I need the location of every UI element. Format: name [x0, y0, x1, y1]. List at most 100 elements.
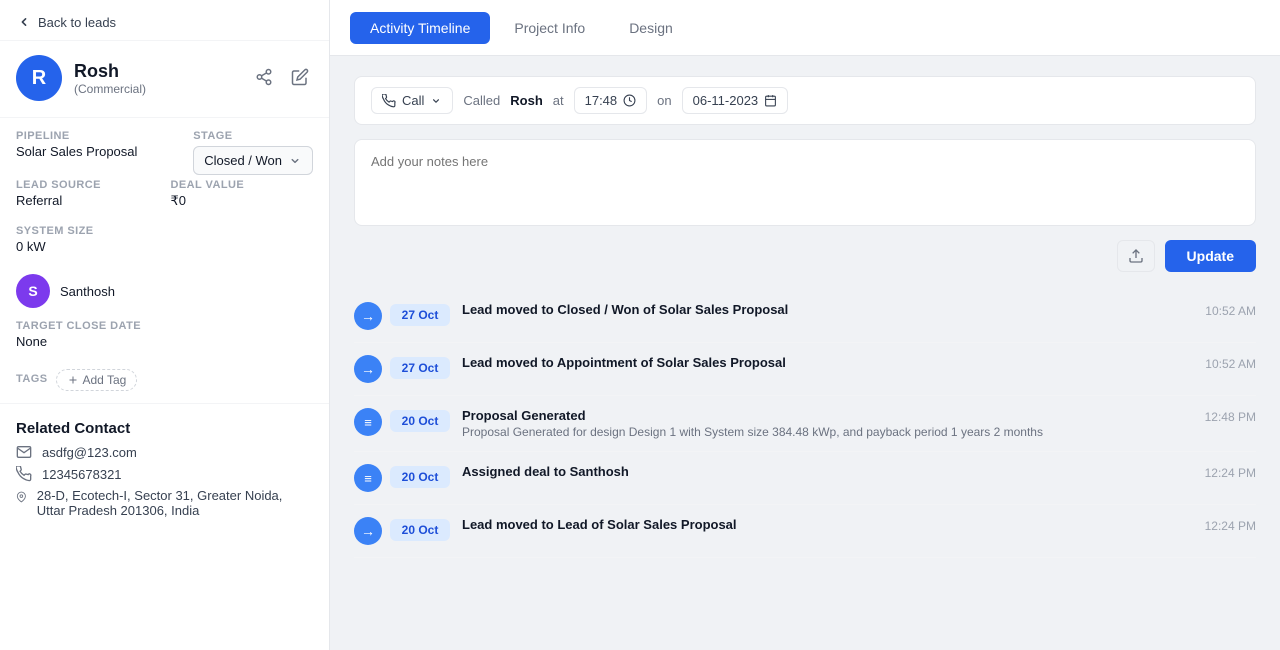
- export-button[interactable]: [1117, 240, 1155, 272]
- add-tag-label: Add Tag: [83, 373, 127, 387]
- timeline-content: Proposal Generated Proposal Generated fo…: [462, 408, 1193, 439]
- tags-label: Tags: [16, 373, 48, 385]
- pipeline-label: Pipeline: [16, 130, 137, 142]
- deal-value: ₹0: [171, 193, 314, 209]
- timeline-left: ≡ 20 Oct: [354, 464, 450, 492]
- back-to-leads-button[interactable]: Back to leads: [0, 0, 329, 41]
- calendar-icon: [764, 94, 777, 107]
- timeline-date: 20 Oct: [390, 519, 450, 541]
- update-row: Update: [354, 240, 1256, 272]
- system-size-label: System Size: [16, 225, 313, 237]
- location-icon: [16, 489, 27, 505]
- main-panel: Activity Timeline Project Info Design Ca…: [330, 0, 1280, 650]
- timeline-time: 10:52 AM: [1205, 355, 1256, 371]
- time-value: 17:48: [585, 93, 618, 108]
- pipeline-col: Pipeline Solar Sales Proposal: [16, 130, 137, 167]
- lead-source-label: Lead Source: [16, 179, 159, 191]
- timeline-left: → 27 Oct: [354, 355, 450, 383]
- system-size-value: 0 kW: [16, 239, 313, 254]
- target-close-value: None: [16, 334, 313, 349]
- timeline-time: 12:48 PM: [1205, 408, 1256, 424]
- notes-textarea[interactable]: [355, 140, 1255, 220]
- stage-select[interactable]: Closed / Won: [193, 146, 313, 175]
- timeline-left: → 27 Oct: [354, 302, 450, 330]
- timeline-content: Lead moved to Appointment of Solar Sales…: [462, 355, 1193, 370]
- phone-icon: [16, 466, 32, 482]
- back-label: Back to leads: [38, 15, 116, 30]
- stage-label: Stage: [193, 130, 313, 142]
- call-dropdown-icon: [430, 95, 442, 107]
- called-name: Rosh: [510, 93, 543, 108]
- timeline-left: ≡ 20 Oct: [354, 408, 450, 436]
- timeline-item: → 20 Oct Lead moved to Lead of Solar Sal…: [354, 505, 1256, 558]
- profile-row: R Rosh (Commercial): [0, 41, 329, 109]
- arrow-icon: →: [354, 302, 382, 330]
- timeline-time: 10:52 AM: [1205, 302, 1256, 318]
- time-input[interactable]: 17:48: [574, 87, 648, 114]
- related-contact-heading: Related Contact: [0, 412, 329, 441]
- phone-call-icon: [382, 94, 396, 108]
- timeline-item: → 27 Oct Lead moved to Closed / Won of S…: [354, 290, 1256, 343]
- assignee-row: S Santhosh: [0, 266, 329, 312]
- timeline-title: Assigned deal to Santhosh: [462, 464, 1193, 479]
- at-label: at: [553, 93, 564, 108]
- timeline-content: Lead moved to Lead of Solar Sales Propos…: [462, 517, 1193, 532]
- timeline-content: Assigned deal to Santhosh: [462, 464, 1193, 479]
- date-input[interactable]: 06-11-2023: [682, 87, 789, 114]
- add-tag-button[interactable]: Add Tag: [56, 369, 138, 391]
- sidebar: Back to leads R Rosh (Commercial) Pipeli…: [0, 0, 330, 650]
- tab-design[interactable]: Design: [609, 12, 693, 44]
- timeline-title: Lead moved to Closed / Won of Solar Sale…: [462, 302, 1193, 317]
- contact-phone-row: 12345678321: [0, 463, 329, 485]
- tags-row: Tags Add Tag: [0, 365, 329, 395]
- arrow-icon: →: [354, 517, 382, 545]
- avatar: R: [16, 55, 62, 101]
- assignee-avatar: S: [16, 274, 50, 308]
- contact-email: asdfg@123.com: [42, 445, 137, 460]
- target-close-section: Target Close Date None: [0, 312, 329, 365]
- call-bar: Call Called Rosh at 17:48 on 06-11-2023: [354, 76, 1256, 125]
- on-label: on: [657, 93, 671, 108]
- timeline-title: Proposal Generated: [462, 408, 1193, 423]
- timeline-item: → 27 Oct Lead moved to Appointment of So…: [354, 343, 1256, 396]
- deal-value-label: Deal Value: [171, 179, 314, 191]
- lead-deal-row: Lead Source Referral Deal Value ₹0: [0, 175, 329, 221]
- contact-address: 28-D, Ecotech-I, Sector 31, Greater Noid…: [37, 488, 313, 518]
- stage-value: Closed / Won: [204, 153, 282, 168]
- timeline-time: 12:24 PM: [1205, 517, 1256, 533]
- lead-source-col: Lead Source Referral: [16, 179, 159, 217]
- date-value: 06-11-2023: [693, 93, 759, 108]
- update-button[interactable]: Update: [1165, 240, 1256, 272]
- tabs-bar: Activity Timeline Project Info Design: [330, 0, 1280, 56]
- called-label: Called: [463, 93, 500, 108]
- call-type-select[interactable]: Call: [371, 87, 453, 114]
- stage-col: Stage Closed / Won: [193, 130, 313, 175]
- timeline-subtitle: Proposal Generated for design Design 1 w…: [462, 425, 1193, 439]
- doc-icon: ≡: [354, 464, 382, 492]
- timeline-time: 12:24 PM: [1205, 464, 1256, 480]
- timeline: → 27 Oct Lead moved to Closed / Won of S…: [354, 290, 1256, 558]
- timeline-content: Lead moved to Closed / Won of Solar Sale…: [462, 302, 1193, 317]
- tab-project-info[interactable]: Project Info: [494, 12, 605, 44]
- notes-area-wrapper: [354, 139, 1256, 226]
- lead-source-value: Referral: [16, 193, 159, 208]
- pipeline-value: Solar Sales Proposal: [16, 144, 137, 159]
- target-close-label: Target Close Date: [16, 320, 313, 332]
- profile-sub: (Commercial): [74, 82, 251, 96]
- tab-activity-timeline[interactable]: Activity Timeline: [350, 12, 490, 44]
- export-icon: [1128, 248, 1144, 264]
- deal-value-col: Deal Value ₹0: [171, 179, 314, 217]
- pipeline-stage-row: Pipeline Solar Sales Proposal Stage Clos…: [0, 126, 329, 175]
- profile-name: Rosh: [74, 61, 251, 82]
- edit-button[interactable]: [287, 64, 313, 93]
- share-button[interactable]: [251, 64, 277, 93]
- content-area: Call Called Rosh at 17:48 on 06-11-2023: [330, 56, 1280, 650]
- timeline-left: → 20 Oct: [354, 517, 450, 545]
- timeline-title: Lead moved to Appointment of Solar Sales…: [462, 355, 1193, 370]
- timeline-date: 27 Oct: [390, 357, 450, 379]
- contact-address-row: 28-D, Ecotech-I, Sector 31, Greater Noid…: [0, 485, 329, 521]
- email-icon: [16, 444, 32, 460]
- profile-info: Rosh (Commercial): [74, 61, 251, 96]
- doc-icon: ≡: [354, 408, 382, 436]
- timeline-date: 20 Oct: [390, 466, 450, 488]
